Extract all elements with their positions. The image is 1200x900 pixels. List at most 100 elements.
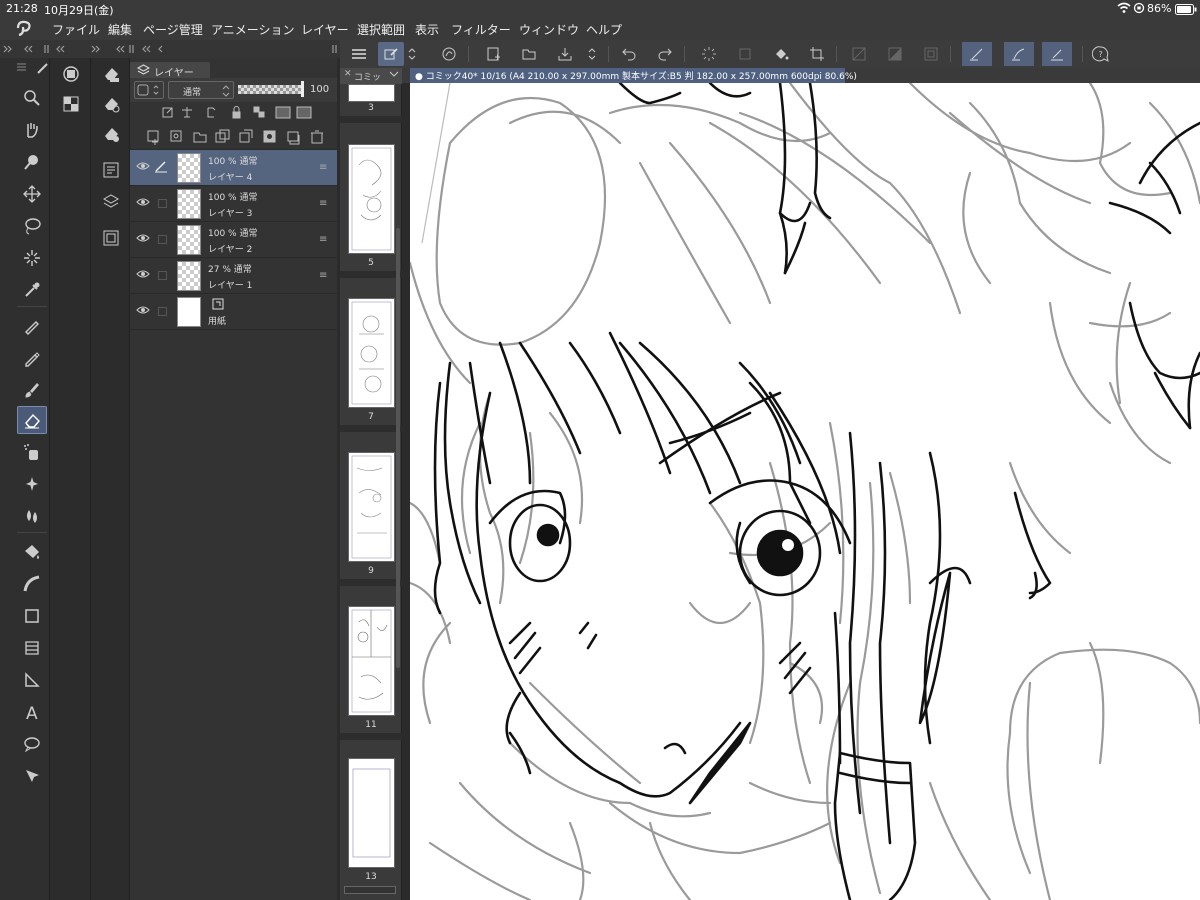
menu-animation[interactable]: アニメーション — [211, 21, 295, 38]
page-thumbnail[interactable] — [348, 606, 395, 716]
blend-mode-select[interactable]: 通常 — [168, 81, 234, 99]
brush-snap-3-icon[interactable] — [1042, 42, 1072, 66]
correct-line-tool-icon[interactable] — [17, 762, 47, 790]
menu-selection[interactable]: 選択範囲 — [357, 21, 405, 38]
hamburger-menu-icon[interactable] — [346, 42, 372, 66]
sub-tool-column-2 — [92, 58, 130, 900]
undo-icon[interactable] — [616, 42, 642, 66]
help-icon[interactable]: ? — [1088, 42, 1114, 66]
page-strip-scroll-thumb[interactable] — [396, 228, 400, 668]
hand-tool-icon[interactable] — [17, 116, 47, 144]
canvas-tab[interactable]: ● コミック40* 10/16 (A4 210.00 x 297.00mm 製本… — [410, 68, 857, 83]
tool-property-icon[interactable] — [378, 42, 404, 66]
zoom-tool-icon[interactable] — [17, 84, 47, 112]
opacity-slider-handle[interactable] — [301, 81, 304, 97]
brush-tool-icon[interactable] — [17, 376, 47, 404]
clear-selection-icon[interactable] — [846, 42, 872, 66]
menu-filter[interactable]: フィルター — [451, 21, 511, 38]
save-chevron-icon[interactable] — [584, 42, 600, 66]
page-thumbnail[interactable] — [348, 84, 395, 102]
brush-snap-1-icon[interactable] — [962, 42, 992, 66]
frame-tool-icon[interactable] — [17, 634, 47, 662]
drawing-canvas[interactable] — [410, 83, 1200, 900]
operation-tool-icon[interactable] — [17, 148, 47, 176]
layer-row[interactable]: 100 % 通常 レイヤー 4 ≡ — [130, 150, 337, 186]
layer-drag-handle-icon[interactable]: ≡ — [319, 162, 327, 173]
layer-row[interactable]: 100 % 通常 レイヤー 3 ≡ — [130, 186, 337, 222]
layer-color-selector[interactable] — [134, 81, 164, 99]
layer-row[interactable]: 27 % 通常 レイヤー 1 ≡ — [130, 258, 337, 294]
decoration-tool-icon[interactable] — [17, 470, 47, 498]
visibility-eye-icon[interactable] — [136, 161, 150, 171]
spray-tool-icon[interactable] — [17, 438, 47, 466]
layer-row[interactable]: 100 % 通常 レイヤー 2 ≡ — [130, 222, 337, 258]
eyedropper-tool-icon[interactable] — [17, 276, 47, 304]
color-set-icon[interactable] — [58, 92, 84, 116]
page-thumbnail[interactable] — [348, 298, 395, 408]
transfer-icon[interactable] — [732, 42, 758, 66]
layer-lock-checkbox[interactable] — [158, 307, 167, 316]
magic-wand-tool-icon[interactable] — [17, 244, 47, 272]
visibility-eye-icon[interactable] — [136, 305, 150, 315]
app-logo-icon[interactable] — [14, 19, 34, 37]
menu-page[interactable]: ページ管理 — [143, 21, 203, 38]
fill-tool-icon[interactable] — [17, 538, 47, 566]
menu-window[interactable]: ウィンドウ — [519, 21, 579, 38]
eraser-subtool-2-icon[interactable] — [98, 92, 124, 116]
page-thumbnail[interactable] — [348, 144, 395, 254]
menu-view[interactable]: 表示 — [415, 21, 439, 38]
menu-file[interactable]: ファイル — [52, 21, 100, 38]
layer-drag-handle-icon[interactable]: ≡ — [319, 198, 327, 209]
sub-tool-icon[interactable] — [58, 62, 84, 86]
visibility-eye-icon[interactable] — [136, 197, 150, 207]
balloon-tool-icon[interactable] — [17, 730, 47, 758]
chevron-down-icon[interactable] — [389, 70, 399, 78]
page-thumbnail[interactable] — [348, 758, 395, 868]
page-strip-tab[interactable]: ✕ コミッ — [340, 68, 402, 84]
figure-tool-icon[interactable] — [17, 602, 47, 630]
lasso-tool-icon[interactable] — [17, 212, 47, 240]
layer-drag-handle-icon[interactable]: ≡ — [319, 234, 327, 245]
layer-lock-checkbox[interactable] — [158, 271, 167, 280]
pen-tool-icon[interactable] — [17, 312, 47, 340]
layer-property-icon[interactable] — [98, 158, 124, 182]
invert-selection-icon[interactable] — [882, 42, 908, 66]
visibility-eye-icon[interactable] — [136, 269, 150, 279]
save-icon[interactable] — [552, 42, 578, 66]
layer-lock-checkbox[interactable] — [158, 199, 167, 208]
eraser-tool-icon[interactable] — [17, 406, 47, 434]
new-file-icon[interactable] — [480, 42, 506, 66]
text-tool-icon[interactable]: A — [17, 698, 47, 726]
layer-row[interactable]: 用紙 — [130, 294, 337, 330]
eraser-subtool-3-icon[interactable] — [98, 122, 124, 146]
eraser-subtool-icon[interactable] — [98, 62, 124, 86]
blend-tool-icon[interactable] — [17, 502, 47, 530]
ruler-tool-icon[interactable] — [17, 666, 47, 694]
menu-edit[interactable]: 編集 — [108, 21, 132, 38]
layer-tab[interactable]: レイヤー — [130, 62, 210, 79]
layer-drag-handle-icon[interactable]: ≡ — [319, 270, 327, 281]
page-strip-scrollbar[interactable] — [344, 886, 396, 894]
layer-search-icon[interactable] — [98, 190, 124, 214]
pencil-tool-icon[interactable] — [17, 344, 47, 372]
chevron-updown-icon[interactable] — [404, 42, 420, 66]
quick-access-icon[interactable] — [436, 42, 462, 66]
crop-icon[interactable] — [804, 42, 830, 66]
move-tool-icon[interactable] — [17, 180, 47, 208]
visibility-eye-icon[interactable] — [136, 233, 150, 243]
page-thumbnail[interactable] — [348, 452, 395, 562]
layer-lock-checkbox[interactable] — [158, 235, 167, 244]
redo-icon[interactable] — [652, 42, 678, 66]
menu-layer[interactable]: レイヤー — [301, 21, 349, 38]
selection-frame-icon[interactable] — [918, 42, 944, 66]
menu-help[interactable]: ヘルプ — [586, 21, 622, 38]
navigator-icon[interactable] — [98, 226, 124, 250]
brush-snap-2-icon[interactable] — [1004, 42, 1034, 66]
loading-icon[interactable] — [696, 42, 722, 66]
open-file-icon[interactable] — [516, 42, 542, 66]
fill-icon[interactable] — [768, 42, 794, 66]
close-icon[interactable]: ✕ — [344, 69, 352, 79]
gradient-tool-icon[interactable] — [17, 570, 47, 598]
opacity-slider[interactable] — [238, 85, 302, 94]
toolbar-handle-icon — [16, 61, 28, 73]
